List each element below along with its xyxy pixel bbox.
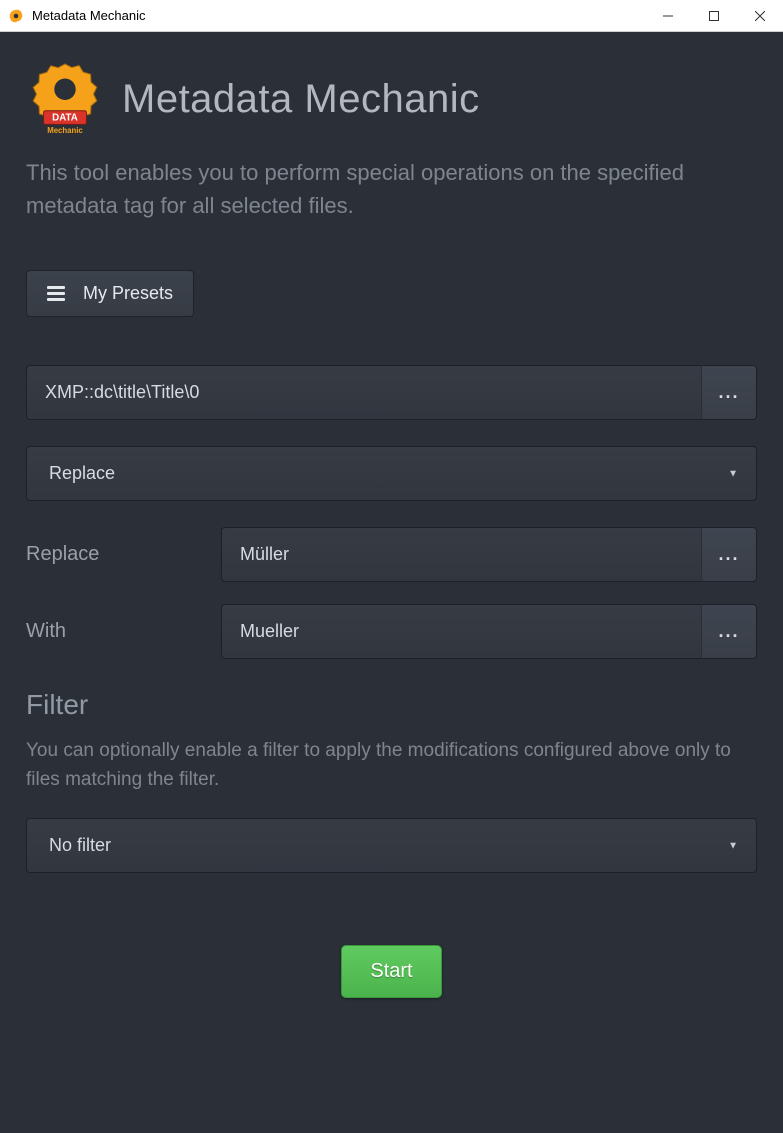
app-logo-icon: DATA Mechanic [26,60,104,138]
svg-text:DATA: DATA [52,112,78,123]
with-input[interactable] [221,604,701,659]
app-header: DATA Mechanic Metadata Mechanic [26,60,757,138]
ellipsis-icon: ... [718,621,739,642]
start-button[interactable]: Start [341,945,441,998]
with-more-button[interactable]: ... [701,604,757,659]
tag-browse-button[interactable]: ... [701,365,757,420]
operation-select[interactable]: Replace ▼ [26,446,757,501]
my-presets-button[interactable]: My Presets [26,270,194,317]
window-title: Metadata Mechanic [32,8,145,23]
replace-input[interactable] [221,527,701,582]
ellipsis-icon: ... [718,382,739,403]
filter-description: You can optionally enable a filter to ap… [26,737,757,794]
app-icon [8,8,24,24]
ellipsis-icon: ... [718,544,739,565]
metadata-tag-input[interactable] [26,365,701,420]
start-button-label: Start [370,960,412,982]
replace-label: Replace [26,543,221,566]
titlebar: Metadata Mechanic [0,0,783,32]
my-presets-label: My Presets [83,283,173,304]
chevron-down-icon: ▼ [728,468,738,479]
chevron-down-icon: ▼ [728,840,738,851]
filter-select[interactable]: No filter ▼ [26,818,757,873]
app-title: Metadata Mechanic [122,77,480,122]
replace-more-button[interactable]: ... [701,527,757,582]
app-description: This tool enables you to perform special… [26,156,757,222]
minimize-button[interactable] [645,0,691,32]
close-button[interactable] [737,0,783,32]
operation-select-value: Replace [49,463,115,483]
with-label: With [26,620,221,643]
maximize-button[interactable] [691,0,737,32]
filter-title: Filter [26,689,757,721]
filter-select-value: No filter [49,835,111,855]
hamburger-icon [47,286,65,301]
svg-text:Mechanic: Mechanic [47,126,83,135]
